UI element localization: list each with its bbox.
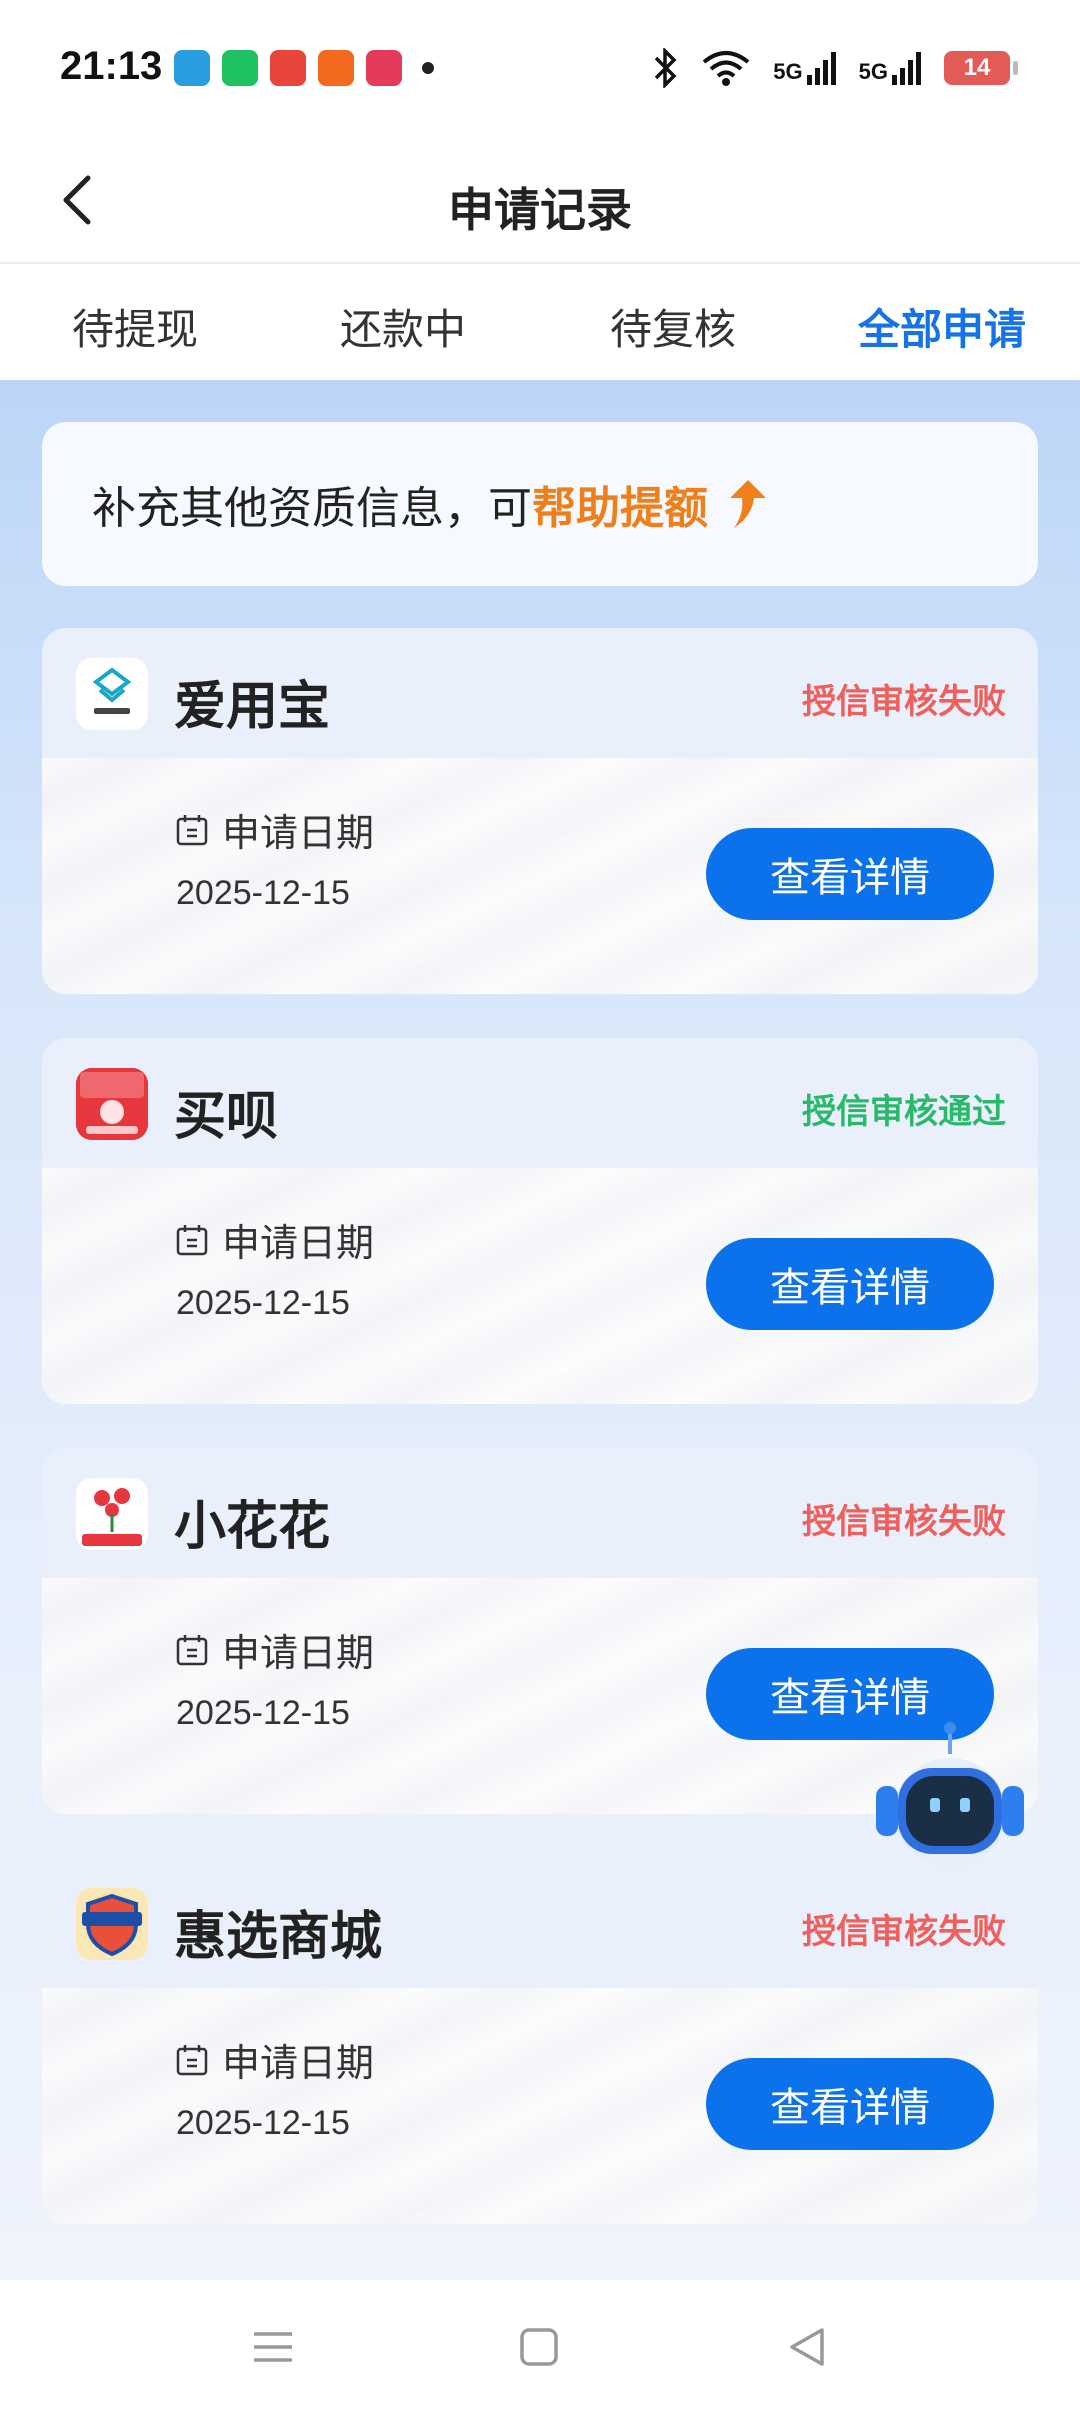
calendar-icon bbox=[176, 814, 208, 845]
card-body: 申请日期 2025-12-15 查看详情 bbox=[42, 1168, 1038, 1404]
kuaishou-icon bbox=[318, 50, 354, 86]
tab-pending-withdraw[interactable]: 待提现 bbox=[72, 296, 198, 357]
status-time: 21:13 bbox=[60, 44, 163, 88]
bluetooth-icon bbox=[655, 48, 677, 88]
notification-icons bbox=[174, 50, 434, 86]
iqiyi-icon bbox=[222, 50, 258, 86]
banner-highlight: 帮助提额 bbox=[532, 483, 708, 534]
up-arrow-icon bbox=[730, 480, 766, 528]
system-status: 5G 5G 14 bbox=[653, 48, 1018, 88]
status-bar: 21:13 5G 5G 14 bbox=[0, 0, 1080, 140]
calendar-icon bbox=[176, 2044, 208, 2075]
status-badge: 授信审核失败 bbox=[802, 1502, 1006, 1542]
home-icon[interactable] bbox=[514, 2322, 564, 2372]
apply-date-label: 申请日期 bbox=[222, 2041, 375, 2085]
robot-assistant-icon[interactable] bbox=[870, 1720, 1030, 1880]
page-header: 申请记录 bbox=[0, 140, 1080, 264]
card-header: 爱用宝 授信审核失败 bbox=[42, 628, 1038, 758]
card-body: 申请日期 2025-12-15 查看详情 bbox=[42, 758, 1038, 994]
xiaohuahua-logo-icon bbox=[76, 1478, 148, 1550]
video-play-icon bbox=[270, 50, 306, 86]
apply-date-value: 2025-12-15 bbox=[176, 1284, 350, 1322]
card-header: 买呗 授信审核通过 bbox=[42, 1038, 1038, 1168]
telegram-icon bbox=[174, 50, 210, 86]
apply-date-label: 申请日期 bbox=[222, 1631, 375, 1675]
tab-bar: 待提现 还款中 待复核 全部申请 bbox=[0, 264, 1080, 380]
aiyongbao-logo-icon bbox=[76, 658, 148, 730]
signal-5g-2: 5G bbox=[859, 51, 922, 85]
apply-date-value: 2025-12-15 bbox=[176, 1694, 350, 1732]
lender-name: 买呗 bbox=[174, 1087, 279, 1147]
apply-date-value: 2025-12-15 bbox=[176, 2104, 350, 2142]
menu-icon[interactable] bbox=[248, 2322, 298, 2372]
tab-repaying[interactable]: 还款中 bbox=[340, 296, 466, 357]
maibei-logo-icon bbox=[76, 1068, 148, 1140]
page-title: 申请记录 bbox=[448, 183, 632, 237]
apply-date-label: 申请日期 bbox=[222, 811, 375, 855]
application-card: 爱用宝 授信审核失败 申请日期 2025-12-15 查看详情 bbox=[42, 628, 1038, 994]
wifi-icon bbox=[703, 51, 750, 86]
apply-date-value: 2025-12-15 bbox=[176, 874, 350, 912]
calendar-icon bbox=[176, 1224, 208, 1255]
card-body: 申请日期 2025-12-15 查看详情 bbox=[42, 1988, 1038, 2224]
status-badge: 授信审核失败 bbox=[802, 682, 1006, 722]
view-details-button[interactable]: 查看详情 bbox=[706, 828, 994, 920]
status-badge: 授信审核通过 bbox=[802, 1092, 1006, 1132]
lender-name: 爱用宝 bbox=[174, 677, 331, 737]
back-triangle-icon[interactable] bbox=[782, 2322, 832, 2372]
system-nav-bar bbox=[0, 2280, 1080, 2412]
lender-name: 小花花 bbox=[174, 1497, 331, 1557]
lender-name: 惠选商城 bbox=[174, 1907, 383, 1967]
application-card: 惠选商城 授信审核失败 申请日期 2025-12-15 查看详情 bbox=[42, 1858, 1038, 2224]
tab-pending-review[interactable]: 待复核 bbox=[610, 296, 736, 357]
view-details-button[interactable]: 查看详情 bbox=[706, 2058, 994, 2150]
view-details-button[interactable]: 查看详情 bbox=[706, 1238, 994, 1330]
tab-all-applications[interactable]: 全部申请 bbox=[858, 296, 1026, 357]
apply-date-label: 申请日期 bbox=[222, 1221, 375, 1265]
status-badge: 授信审核失败 bbox=[802, 1912, 1006, 1952]
calendar-icon bbox=[176, 1634, 208, 1665]
application-card: 买呗 授信审核通过 申请日期 2025-12-15 查看详情 bbox=[42, 1038, 1038, 1404]
credit-boost-banner[interactable]: 补充其他资质信息，可 帮助提额 bbox=[42, 422, 1038, 586]
more-notifications-dot bbox=[422, 62, 434, 74]
card-header: 小花花 授信审核失败 bbox=[42, 1448, 1038, 1578]
huixuan-mall-logo-icon bbox=[76, 1888, 148, 1960]
signal-5g-1: 5G bbox=[773, 51, 836, 85]
battery-indicator: 14 bbox=[944, 51, 1018, 85]
app-icon bbox=[366, 50, 402, 86]
banner-text: 补充其他资质信息，可 bbox=[92, 483, 532, 534]
